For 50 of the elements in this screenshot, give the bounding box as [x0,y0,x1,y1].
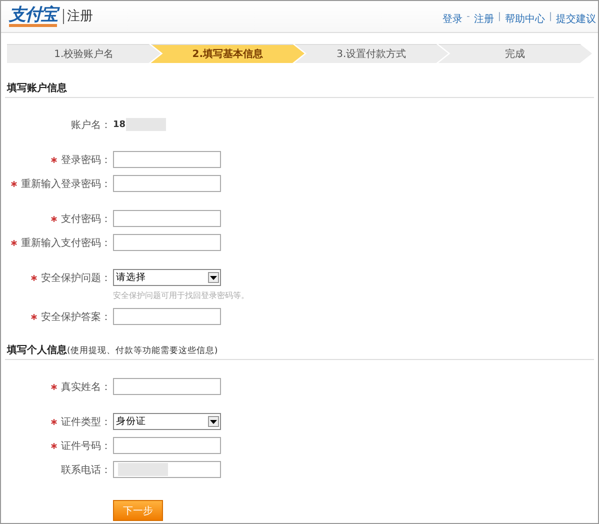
header-link[interactable]: 提交建议 [556,12,596,26]
field-label: 安全保护答案： [41,310,111,324]
field-label: 真实姓名： [61,380,111,394]
required-icon [51,442,57,448]
input-field[interactable] [113,308,221,325]
required-icon [11,180,17,186]
logo: 支付宝 [9,6,57,27]
field-label: 安全保护问题： [41,272,111,284]
required-icon [51,418,57,424]
progress-step: 1.校验账户名 [7,44,161,63]
required-icon [51,216,57,222]
redacted-block [126,118,166,131]
field-label: 重新输入支付密码： [21,236,111,250]
link-separator: | [496,12,502,24]
input-field[interactable] [113,437,221,454]
link-separator: - [466,12,471,24]
field-label: 账户名： [71,118,111,132]
input-field[interactable] [113,151,221,168]
header-link[interactable]: 登录 [442,12,463,26]
field-label: 重新输入登录密码： [21,178,111,190]
hint-text: 安全保护问题可用于找回登录密码等。 [113,290,249,301]
progress-step: 3.设置付款方式 [294,44,448,63]
select-field[interactable]: 身份证 [113,413,221,430]
field-label: 证件号码： [61,440,111,452]
required-icon [11,240,17,246]
link-separator: | [548,12,553,24]
section-title: 填写个人信息 [7,344,67,357]
input-field[interactable] [113,175,221,192]
input-field[interactable] [113,234,221,251]
progress-step: 2.填写基本信息 [150,44,304,63]
select-field[interactable]: 请选择 [113,269,221,286]
account-value: 18 [113,120,126,130]
field-label: 联系电话： [61,464,111,476]
field-label: 支付密码： [61,212,111,226]
required-icon [31,274,37,280]
redacted-block [118,463,168,476]
required-icon [51,156,57,162]
required-icon [31,314,37,320]
header-link[interactable]: 帮助中心 [504,12,545,26]
header-link[interactable]: 注册 [474,12,494,26]
field-label: 登录密码： [61,154,111,166]
section-title: 填写账户信息 [7,81,67,95]
section-note: (使用提现、付款等功能需要这些信息) [67,345,218,357]
field-label: 证件类型： [61,416,111,428]
input-field[interactable] [113,210,221,227]
required-icon [51,384,57,390]
progress-step: 完成 [438,44,592,63]
page-title: 注册 [63,9,93,24]
input-field[interactable] [113,461,221,478]
input-field[interactable] [113,378,221,395]
